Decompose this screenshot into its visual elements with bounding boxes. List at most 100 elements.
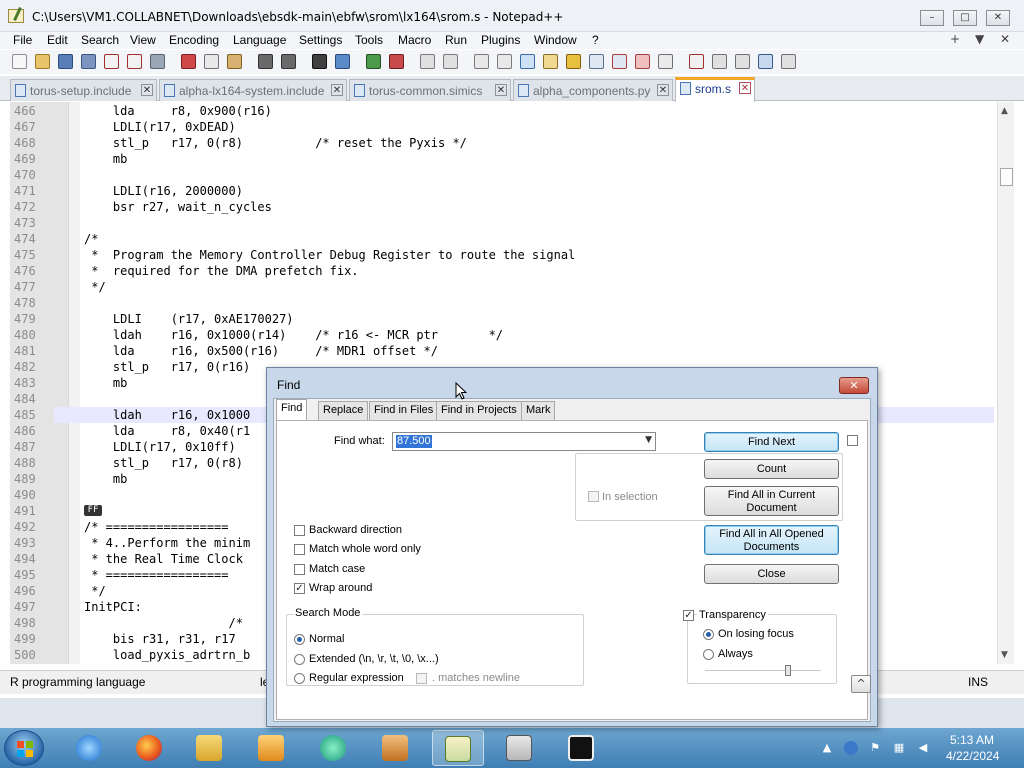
cut-icon[interactable] — [181, 54, 196, 69]
menu-search[interactable]: Search — [81, 33, 119, 47]
function-list-icon[interactable] — [612, 54, 627, 69]
monitoring-icon[interactable] — [658, 54, 673, 69]
normal-mode-radio[interactable] — [294, 634, 305, 645]
transparency-slider-track[interactable] — [705, 670, 821, 672]
tab-srom[interactable]: srom.s ✕ — [675, 77, 755, 102]
code-line[interactable]: 469 mb — [10, 151, 994, 167]
indent-guide-icon[interactable] — [520, 54, 535, 69]
taskbar-7zip[interactable] — [556, 730, 608, 766]
find-all-current-button[interactable]: Find All in Current Document — [704, 486, 839, 516]
clock-time[interactable]: 5:13 AM — [950, 733, 994, 747]
tab-mark[interactable]: Mark — [521, 401, 556, 420]
menu-file[interactable]: File — [13, 33, 32, 47]
code-line[interactable]: 477 */ — [10, 279, 994, 295]
on-losing-focus-radio[interactable] — [703, 629, 714, 640]
code-line[interactable]: 481 lda r16, 0x500(r16) /* MDR1 offset *… — [10, 343, 994, 359]
menu-plugins[interactable]: Plugins — [481, 33, 520, 47]
vertical-scrollbar[interactable]: ▲ ▼ — [997, 102, 1014, 664]
folder-workspace-icon[interactable] — [635, 54, 650, 69]
tab-list-icon[interactable]: ▼ — [975, 32, 984, 46]
start-button[interactable] — [4, 730, 44, 766]
find-what-input[interactable]: 87.500 ▼ — [392, 432, 656, 451]
regex-mode-radio[interactable] — [294, 673, 305, 684]
taskbar-notepad-plus-plus[interactable] — [432, 730, 484, 766]
close-doc-icon[interactable]: ✕ — [1000, 32, 1010, 46]
menu-macro[interactable]: Macro — [398, 33, 431, 47]
record-macro-icon[interactable] — [689, 54, 704, 69]
tab-close-icon[interactable]: ✕ — [739, 82, 751, 94]
stop-record-icon[interactable] — [712, 54, 727, 69]
menu-encoding[interactable]: Encoding — [169, 33, 219, 47]
word-wrap-icon[interactable] — [474, 54, 489, 69]
volume-icon[interactable]: ◀ — [916, 741, 930, 755]
code-line[interactable]: 472 bsr r27, wait_n_cycles — [10, 199, 994, 215]
extended-mode-radio[interactable] — [294, 654, 305, 665]
in-selection-checkbox[interactable] — [588, 491, 599, 502]
taskbar-firefox[interactable] — [124, 730, 176, 766]
minimize-button[interactable]: – — [920, 10, 944, 26]
scroll-up-icon[interactable]: ▲ — [1001, 106, 1008, 116]
close-file-icon[interactable] — [104, 54, 119, 69]
new-file-icon[interactable] — [12, 54, 27, 69]
menu-window[interactable]: Window — [534, 33, 577, 47]
menu-settings[interactable]: Settings — [299, 33, 342, 47]
code-line[interactable]: 476 * required for the DMA prefetch fix. — [10, 263, 994, 279]
tab-torus-common[interactable]: torus-common.simics ✕ — [349, 79, 511, 101]
code-line[interactable]: 475 * Program the Memory Controller Debu… — [10, 247, 994, 263]
network-app-icon[interactable] — [844, 741, 858, 755]
menu-language[interactable]: Language — [233, 33, 286, 47]
transparency-checkbox[interactable]: ✓ — [683, 610, 694, 621]
language-icon[interactable] — [543, 54, 558, 69]
network-icon[interactable]: ▦ — [892, 741, 906, 755]
find-all-opened-button[interactable]: Find All in All Opened Documents — [704, 525, 839, 555]
tab-close-icon[interactable]: ✕ — [657, 84, 669, 96]
find-next-option-checkbox[interactable] — [847, 435, 858, 446]
maximize-button[interactable]: □ — [953, 10, 977, 26]
tab-alpha-lx164-system[interactable]: alpha-lx164-system.include ✕ — [159, 79, 347, 101]
undo-icon[interactable] — [258, 54, 273, 69]
code-line[interactable]: 479 LDLI (r17, 0xAE170027) — [10, 311, 994, 327]
print-icon[interactable] — [150, 54, 165, 69]
code-line[interactable]: 471 LDLI(r16, 2000000) — [10, 183, 994, 199]
code-line[interactable]: 466 lda r8, 0x900(r16) — [10, 103, 994, 119]
redo-icon[interactable] — [281, 54, 296, 69]
copy-icon[interactable] — [204, 54, 219, 69]
tab-find-in-files[interactable]: Find in Files — [369, 401, 439, 420]
code-line[interactable]: 470 — [10, 167, 994, 183]
open-file-icon[interactable] — [35, 54, 50, 69]
menu-edit[interactable]: Edit — [47, 33, 68, 47]
code-line[interactable]: 478 — [10, 295, 994, 311]
menu-view[interactable]: View — [130, 33, 156, 47]
save-macro-icon[interactable] — [781, 54, 796, 69]
find-next-button[interactable]: Find Next — [704, 432, 839, 452]
wrap-around-checkbox[interactable]: ✓ — [294, 583, 305, 594]
menu-help[interactable]: ? — [592, 33, 599, 47]
count-button[interactable]: Count — [704, 459, 839, 479]
close-all-icon[interactable] — [127, 54, 142, 69]
always-radio[interactable] — [703, 649, 714, 660]
tab-find[interactable]: Find — [276, 399, 308, 421]
taskbar-media-player[interactable] — [246, 730, 298, 766]
action-center-icon[interactable]: ⚑ — [868, 741, 882, 755]
new-tab-icon[interactable]: + — [950, 32, 960, 46]
scrollbar-thumb[interactable] — [1000, 168, 1013, 186]
zoom-out-icon[interactable] — [389, 54, 404, 69]
scroll-down-icon[interactable]: ▼ — [1001, 650, 1008, 660]
menu-run[interactable]: Run — [445, 33, 467, 47]
code-line[interactable]: 468 stl_p r17, 0(r8) /* reset the Pyxis … — [10, 135, 994, 151]
taskbar-editor[interactable] — [370, 730, 422, 766]
tab-find-in-projects[interactable]: Find in Projects — [436, 401, 522, 420]
taskbar-hxd[interactable] — [494, 730, 546, 766]
play-macro-icon[interactable] — [735, 54, 750, 69]
match-case-checkbox[interactable] — [294, 564, 305, 575]
doc-list-icon[interactable] — [589, 54, 604, 69]
backward-direction-checkbox[interactable] — [294, 525, 305, 536]
transparency-slider-thumb[interactable] — [785, 665, 791, 676]
tab-close-icon[interactable]: ✕ — [141, 84, 153, 96]
save-all-icon[interactable] — [81, 54, 96, 69]
menu-tools[interactable]: Tools — [355, 33, 383, 47]
tab-close-icon[interactable]: ✕ — [495, 84, 507, 96]
run-macro-multiple-icon[interactable] — [758, 54, 773, 69]
paste-icon[interactable] — [227, 54, 242, 69]
show-all-chars-icon[interactable] — [497, 54, 512, 69]
